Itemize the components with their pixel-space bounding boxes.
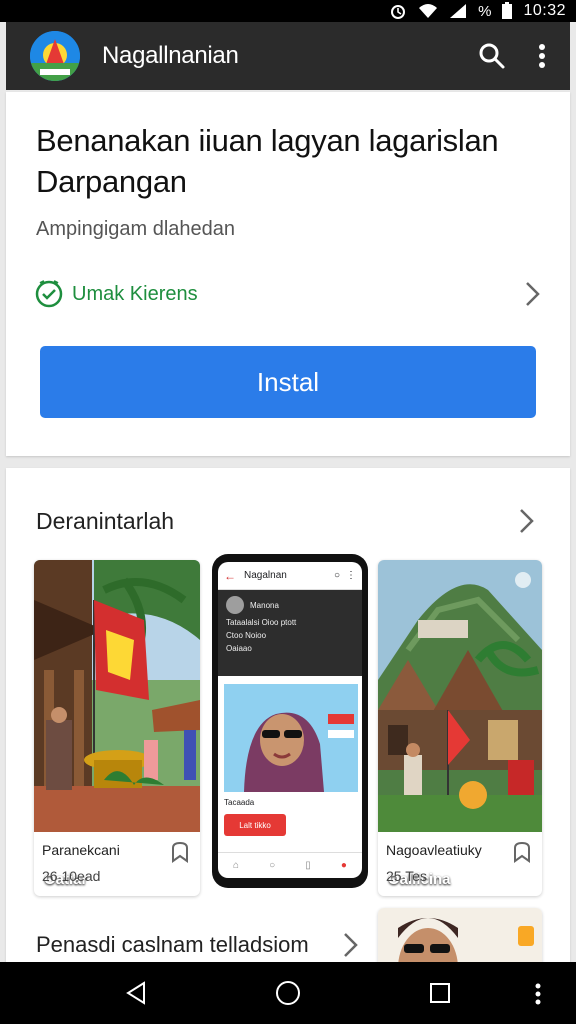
- chevron-right-icon: [526, 282, 540, 306]
- back-arrow-icon: ←: [224, 568, 236, 583]
- profile-name: Manona: [250, 600, 279, 610]
- rating-row[interactable]: Umak Kierens: [34, 274, 542, 314]
- tile-image: [378, 908, 542, 968]
- phone-content-row: Tacaada Lalt tikko: [224, 798, 358, 854]
- profile-line: Oaiaao: [226, 644, 252, 653]
- recents-square-icon: [430, 983, 450, 1003]
- avatar: [226, 596, 244, 614]
- app-details-card: Benanakan iiuan lagyan lagarislan Darpan…: [6, 92, 570, 456]
- search-icon: ○: [333, 570, 340, 581]
- profile-line: Tataalalsi Oioo ptott: [226, 618, 297, 627]
- app-name: Benanakan iiuan lagyan lagarislan Darpan…: [36, 123, 499, 199]
- clock-check-icon: [35, 280, 63, 308]
- more-vertical-icon: ⋮: [346, 570, 356, 581]
- home-circle-icon: [276, 981, 300, 1005]
- more-vertical-icon[interactable]: [530, 982, 546, 1006]
- tile-meta: 25 Tes: [386, 868, 427, 884]
- app-bar-title: Nagallnanian: [102, 42, 239, 69]
- gallery-tile[interactable]: Oallicina Nagoavleatiuky 25 Tes: [378, 560, 542, 896]
- tile-title: Paranekcani: [42, 842, 120, 858]
- recents-button[interactable]: [420, 973, 460, 1013]
- battery-icon: [501, 2, 513, 20]
- rating-label: Umak Kierens: [72, 282, 198, 305]
- search-icon: ○: [269, 860, 276, 871]
- section-title: Penasdi caslnam telladsiom: [36, 932, 309, 957]
- app-bar: Nagallnanian: [6, 22, 570, 90]
- back-triangle-icon: [126, 981, 145, 1005]
- system-nav-bar: [0, 962, 576, 1024]
- battery-percent: %: [478, 2, 492, 20]
- tile-image: [378, 560, 542, 832]
- bookmark-icon: ▯: [305, 860, 311, 871]
- chevron-right-icon[interactable]: [336, 930, 366, 960]
- wifi-icon: [418, 3, 438, 19]
- tile-title: Nagoavleatiuky: [386, 842, 482, 858]
- signal-icon: [448, 3, 468, 19]
- gallery-section: Deranintarlah Oatiar Paranekcani 26 10ea…: [6, 468, 570, 968]
- alarm-icon: [388, 3, 408, 19]
- profile-icon: ●: [340, 860, 347, 871]
- chevron-right-icon[interactable]: [512, 506, 542, 536]
- profile-line: Ctoo Noioo: [226, 631, 267, 640]
- app-developer: Ampingigam dlahedan: [36, 218, 236, 240]
- phone-photo: [224, 684, 358, 792]
- phone-caption: Tacaada: [224, 798, 255, 807]
- tile-meta: 26 10ead: [42, 868, 101, 884]
- home-icon: ⌂: [233, 860, 240, 871]
- phone-header: ← Nagalnan ○ ⋮: [218, 562, 362, 590]
- install-button[interactable]: Instal: [40, 346, 536, 418]
- more-options-button[interactable]: [520, 34, 564, 78]
- bookmark-icon[interactable]: [510, 840, 534, 864]
- back-button[interactable]: [116, 973, 156, 1013]
- phone-header-title: Nagalnan: [244, 570, 287, 581]
- section-title: Deranintarlah: [36, 508, 175, 534]
- gallery-tile[interactable]: Oatiar Paranekcani 26 10ead: [34, 560, 200, 896]
- home-button[interactable]: [268, 973, 308, 1013]
- phone-action-button: Lalt tikko: [224, 814, 286, 836]
- phone-screenshot[interactable]: ← Nagalnan ○ ⋮ Manona Tataalalsi Oioo pt…: [212, 554, 368, 888]
- bookmark-icon[interactable]: [168, 840, 192, 864]
- status-time: 10:32: [523, 2, 566, 19]
- app-logo: [30, 31, 80, 81]
- search-icon: [479, 43, 505, 69]
- gallery-tile[interactable]: [378, 908, 542, 968]
- phone-profile-panel: Manona Tataalalsi Oioo ptott Ctoo Noioo …: [218, 590, 362, 676]
- tile-image: [34, 560, 200, 832]
- more-vertical-icon: [539, 44, 545, 68]
- status-bar: % 10:32: [0, 0, 576, 22]
- search-button[interactable]: [470, 34, 514, 78]
- phone-bottom-nav: ⌂ ○ ▯ ●: [218, 852, 362, 878]
- phone-screen: ← Nagalnan ○ ⋮ Manona Tataalalsi Oioo pt…: [218, 562, 362, 878]
